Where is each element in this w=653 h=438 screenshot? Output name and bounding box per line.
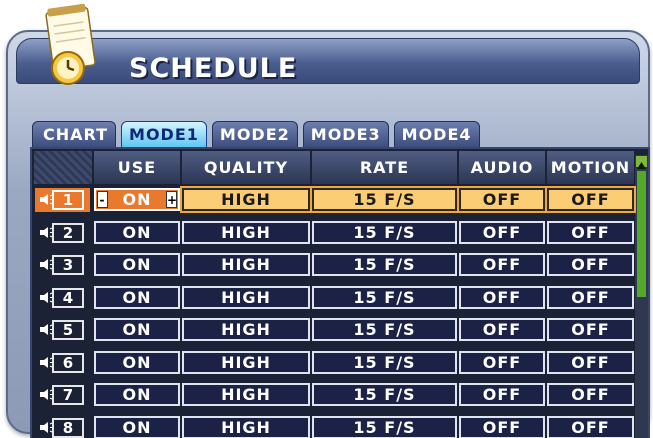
use-cell[interactable]: ON bbox=[94, 318, 180, 341]
quality-cell[interactable]: HIGH bbox=[182, 415, 310, 438]
motion-cell[interactable]: OFF bbox=[547, 285, 634, 309]
header-corner bbox=[34, 151, 92, 184]
channel-label[interactable]: 1 bbox=[35, 188, 90, 212]
quality-cell[interactable]: HIGH bbox=[182, 253, 310, 276]
quality-cell[interactable]: HIGH bbox=[182, 220, 310, 244]
channel-label[interactable]: 2 bbox=[35, 221, 90, 245]
channel-number: 4 bbox=[52, 287, 84, 308]
audio-cell[interactable]: OFF bbox=[459, 253, 545, 276]
channel-number: 2 bbox=[52, 222, 84, 243]
header-motion: MOTION bbox=[547, 151, 634, 184]
use-cell[interactable]: ON bbox=[94, 285, 180, 309]
header-rate: RATE bbox=[312, 151, 457, 184]
tab-chart[interactable]: CHART bbox=[32, 121, 117, 147]
scrollbar[interactable] bbox=[635, 155, 648, 438]
channel-number: 1 bbox=[52, 190, 84, 210]
tab-mode1[interactable]: MODE1 bbox=[121, 121, 207, 147]
increment-button[interactable]: + bbox=[166, 191, 177, 208]
channel-label[interactable]: 8 bbox=[35, 416, 90, 438]
rate-cell[interactable]: 15 F/S bbox=[312, 318, 457, 341]
rate-cell[interactable]: 15 F/S bbox=[312, 415, 457, 438]
motion-cell[interactable]: OFF bbox=[547, 318, 634, 341]
use-cell[interactable]: ON bbox=[94, 220, 180, 244]
audio-cell[interactable]: OFF bbox=[459, 383, 545, 406]
use-cell[interactable]: ON bbox=[94, 415, 180, 438]
use-cell[interactable]: ON bbox=[94, 253, 180, 276]
channel-number: 5 bbox=[52, 320, 84, 340]
quality-cell[interactable]: HIGH bbox=[182, 318, 310, 341]
motion-cell[interactable]: OFF bbox=[547, 350, 634, 374]
tab-mode3[interactable]: MODE3 bbox=[302, 121, 389, 147]
channel-number: 7 bbox=[52, 385, 84, 405]
rate-cell[interactable]: 15 F/S bbox=[312, 220, 457, 244]
channel-number: 8 bbox=[52, 417, 84, 438]
use-cell[interactable]: ON bbox=[94, 383, 180, 406]
audio-cell[interactable]: OFF bbox=[459, 285, 545, 309]
audio-cell[interactable]: OFF bbox=[459, 220, 545, 244]
quality-cell[interactable]: HIGH bbox=[182, 188, 310, 211]
title-bar: SCHEDULE bbox=[16, 38, 640, 84]
motion-cell[interactable]: OFF bbox=[547, 220, 634, 244]
audio-cell[interactable]: OFF bbox=[459, 350, 545, 374]
rate-cell[interactable]: 15 F/S bbox=[312, 350, 457, 374]
motion-cell[interactable]: OFF bbox=[547, 383, 634, 406]
rate-cell[interactable]: 15 F/S bbox=[312, 188, 457, 211]
audio-cell[interactable]: OFF bbox=[459, 415, 545, 438]
use-value: ON bbox=[122, 190, 152, 209]
channel-number: 3 bbox=[52, 255, 84, 275]
quality-cell[interactable]: HIGH bbox=[182, 285, 310, 309]
rate-cell[interactable]: 15 F/S bbox=[312, 383, 457, 406]
schedule-window: SCHEDULE CHART MODE1 MODE2 MODE3 MODE4 U… bbox=[6, 30, 650, 438]
tab-mode2[interactable]: MODE2 bbox=[211, 121, 298, 147]
channel-label[interactable]: 3 bbox=[35, 253, 90, 277]
mode-tabs: CHART MODE1 MODE2 MODE3 MODE4 bbox=[32, 121, 485, 147]
decrement-button[interactable]: - bbox=[97, 191, 108, 208]
header-use: USE bbox=[94, 151, 180, 184]
audio-cell[interactable]: OFF bbox=[459, 188, 545, 211]
channel-label[interactable]: 7 bbox=[35, 383, 90, 407]
scroll-up-icon[interactable] bbox=[635, 155, 648, 169]
tab-mode4[interactable]: MODE4 bbox=[393, 121, 480, 147]
use-cell[interactable]: - ON + bbox=[94, 188, 180, 211]
header-quality: QUALITY bbox=[182, 151, 310, 184]
scroll-thumb[interactable] bbox=[637, 171, 646, 297]
quality-cell[interactable]: HIGH bbox=[182, 383, 310, 406]
schedule-clock-notepad-icon bbox=[45, 3, 96, 85]
channel-label[interactable]: 6 bbox=[35, 351, 90, 375]
channel-number: 6 bbox=[52, 352, 84, 373]
channel-label[interactable]: 4 bbox=[35, 286, 90, 310]
use-cell[interactable]: ON bbox=[94, 350, 180, 374]
motion-cell[interactable]: OFF bbox=[547, 253, 634, 276]
schedule-table: USE QUALITY RATE AUDIO MOTION 1- ON + HIGH 1… bbox=[30, 147, 650, 438]
rate-cell[interactable]: 15 F/S bbox=[312, 253, 457, 276]
audio-cell[interactable]: OFF bbox=[459, 318, 545, 341]
rate-cell[interactable]: 15 F/S bbox=[312, 285, 457, 309]
motion-cell[interactable]: OFF bbox=[547, 188, 634, 211]
window-title: SCHEDULE bbox=[129, 53, 298, 84]
channel-label[interactable]: 5 bbox=[35, 318, 90, 342]
motion-cell[interactable]: OFF bbox=[547, 415, 634, 438]
header-audio: AUDIO bbox=[459, 151, 545, 184]
quality-cell[interactable]: HIGH bbox=[182, 350, 310, 374]
